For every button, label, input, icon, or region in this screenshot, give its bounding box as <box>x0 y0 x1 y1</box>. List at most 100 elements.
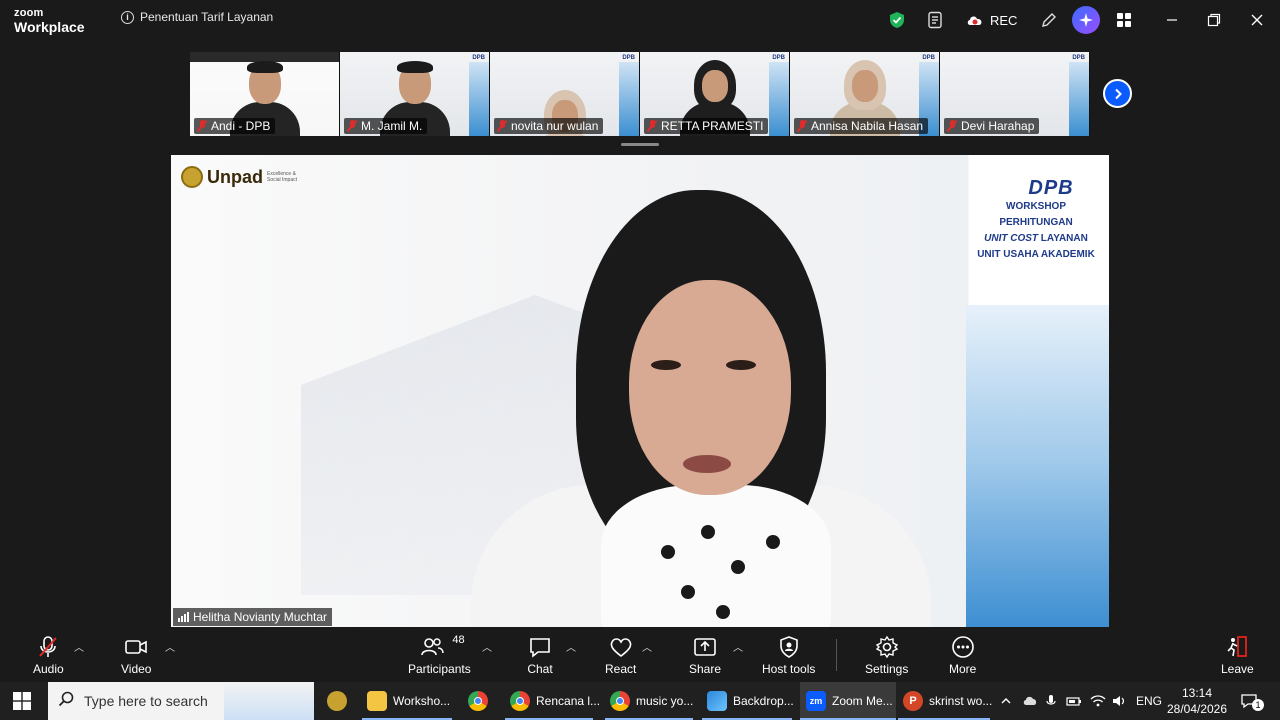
filmstrip-next-button[interactable] <box>1103 79 1132 108</box>
share-screen-icon <box>694 638 716 656</box>
participant-tile[interactable]: DPB M. Jamil M. <box>340 52 490 136</box>
audio-options-caret-icon[interactable]: ︿ <box>74 639 84 654</box>
zoom-icon: zm <box>806 691 826 711</box>
taskbar-app[interactable]: Rencana l... <box>510 682 600 720</box>
mic-muted-icon <box>947 120 957 132</box>
search-highlight-image <box>224 682 314 720</box>
mic-muted-icon <box>197 120 207 132</box>
chat-bubble-icon <box>530 638 550 658</box>
chat-label: Chat <box>527 662 553 676</box>
host-tools-button[interactable]: Host tools <box>762 634 815 676</box>
restore-window-icon[interactable] <box>1207 0 1221 40</box>
virtual-background-blue-panel <box>966 305 1109 627</box>
zoom-workplace-logo: zoom Workplace <box>14 7 85 35</box>
taskbar-clock[interactable]: 13:14 28/04/2026 <box>1166 685 1228 717</box>
active-speaker-video[interactable]: Unpad Excellence & Social Impact DPB WOR… <box>171 155 1109 627</box>
participant-tile[interactable]: DPB Devi Harahap <box>940 52 1090 136</box>
dpb-mini-logo: DPB <box>772 55 785 61</box>
more-button[interactable]: More <box>949 634 976 676</box>
title-bar: zoom Workplace i Penentuan Tarif Layanan… <box>0 0 1280 40</box>
notes-icon[interactable] <box>927 0 945 40</box>
taskbar-app-label: music yo... <box>636 694 694 708</box>
more-label: More <box>949 662 977 676</box>
participant-tile[interactable]: DPB RETTA PRAMESTI <box>640 52 790 136</box>
banner-line-3-rest: LAYANAN <box>1038 233 1088 244</box>
notification-center-button[interactable]: 1 <box>1240 682 1264 720</box>
participant-name: Andi - DPB <box>211 119 271 133</box>
encryption-shield-icon[interactable] <box>889 0 905 40</box>
react-options-caret-icon[interactable]: ︿ <box>642 639 652 654</box>
rec-label: REC <box>990 12 1018 28</box>
volume-icon[interactable] <box>1111 682 1127 720</box>
filmstrip-resize-handle[interactable] <box>621 143 659 146</box>
taskbar-app[interactable]: music yo... <box>610 682 693 720</box>
meeting-title: Penentuan Tarif Layanan <box>140 10 274 24</box>
participant-name-tag: RETTA PRAMESTI <box>644 118 769 134</box>
apps-grid-icon[interactable] <box>1116 0 1132 40</box>
chat-button[interactable]: Chat <box>527 634 553 676</box>
meeting-info-button[interactable]: i Penentuan Tarif Layanan <box>121 10 273 24</box>
participants-count: 48 <box>452 634 465 646</box>
powerpoint-icon: P <box>903 691 923 711</box>
clock-date: 28/04/2026 <box>1166 702 1228 716</box>
recording-indicator[interactable]: REC <box>966 0 1017 40</box>
banner-line-4: UNIT USAHA AKADEMIK <box>977 249 1095 260</box>
speaker-name: Helitha Novianty Muchtar <box>193 610 328 624</box>
microphone-tray-icon[interactable] <box>1046 682 1056 720</box>
video-camera-icon <box>125 640 148 654</box>
taskbar-app[interactable]: P skrinst wo... <box>903 682 992 720</box>
close-window-icon[interactable] <box>1251 0 1263 40</box>
participants-button[interactable]: 48 Participants <box>408 634 471 676</box>
battery-icon[interactable] <box>1066 682 1082 720</box>
taskbar-app[interactable]: Worksho... <box>367 682 450 720</box>
react-label: React <box>605 662 637 676</box>
minimize-window-icon[interactable] <box>1166 0 1178 40</box>
share-button[interactable]: Share <box>689 634 721 676</box>
mic-muted-icon <box>39 636 58 657</box>
ai-companion-icon[interactable] <box>1072 0 1100 40</box>
mic-muted-icon <box>647 120 657 132</box>
participant-tile[interactable]: DPB Annisa Nabila Hasan <box>790 52 940 136</box>
chat-options-caret-icon[interactable]: ︿ <box>566 639 576 654</box>
taskbar-app-active[interactable]: zm Zoom Me... <box>800 682 896 720</box>
banner-line-2: PERHITUNGAN <box>999 217 1073 228</box>
start-button[interactable] <box>13 682 31 720</box>
host-tools-shield-icon <box>779 636 798 658</box>
taskbar-app[interactable] <box>468 682 488 720</box>
settings-label: Settings <box>865 662 909 676</box>
leave-door-icon <box>1227 636 1248 657</box>
annotate-pen-icon[interactable] <box>1040 0 1058 40</box>
video-options-caret-icon[interactable]: ︿ <box>165 639 175 654</box>
participant-tile[interactable]: DPB novita nur wulan <box>490 52 640 136</box>
participant-name: RETTA PRAMESTI <box>661 119 764 133</box>
cloud-icon[interactable] <box>1022 682 1038 720</box>
unpad-logo: Unpad Excellence & Social Impact <box>181 166 307 188</box>
react-button[interactable]: React <box>605 634 636 676</box>
clock-time: 13:14 <box>1181 686 1213 700</box>
participants-options-caret-icon[interactable]: ︿ <box>482 639 492 654</box>
participant-tile[interactable]: Andi - DPB <box>190 52 340 136</box>
brand-top-text: zoom <box>14 7 44 19</box>
wifi-icon[interactable] <box>1090 682 1106 720</box>
notification-count: 1 <box>1252 699 1264 711</box>
banner-line-3: UNIT COST LAYANAN <box>971 231 1101 247</box>
settings-button[interactable]: Settings <box>865 634 908 676</box>
leave-label: Leave <box>1221 662 1254 676</box>
video-button[interactable]: Video <box>121 634 151 676</box>
participant-name: Annisa Nabila Hasan <box>811 119 924 133</box>
taskbar-app-label: skrinst wo... <box>929 694 993 708</box>
connection-signal-icon <box>178 612 189 622</box>
taskbar-app[interactable]: Backdrop... <box>707 682 794 720</box>
share-options-caret-icon[interactable]: ︿ <box>733 639 743 654</box>
tray-overflow-icon[interactable] <box>1000 682 1012 720</box>
mic-muted-icon <box>347 120 357 132</box>
taskbar-search-box[interactable]: Type here to search <box>48 682 314 720</box>
taskbar-pinned-app[interactable] <box>327 682 347 720</box>
audio-button[interactable]: Audio <box>33 634 64 676</box>
speaker-figure <box>471 185 931 627</box>
leave-button[interactable]: Leave <box>1221 634 1254 676</box>
language-indicator[interactable]: ENG <box>1136 682 1162 720</box>
chrome-icon <box>468 691 488 711</box>
heart-icon <box>610 638 632 658</box>
participant-name-tag: M. Jamil M. <box>344 118 428 134</box>
